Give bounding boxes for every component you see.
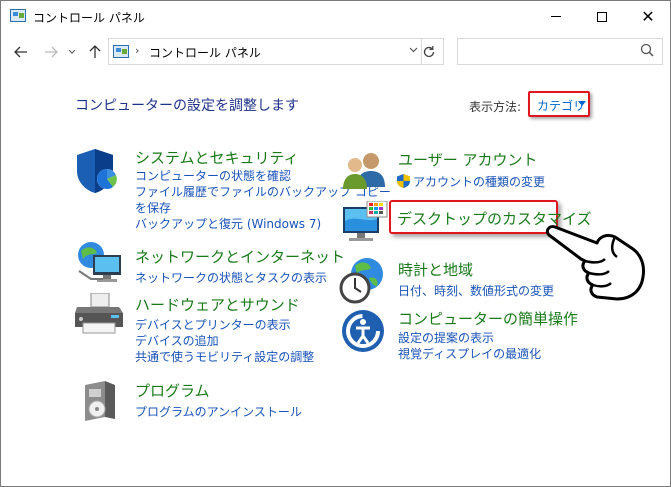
close-button[interactable]: ✕: [625, 1, 671, 32]
link-backup-restore[interactable]: バックアップと復元 (Windows 7): [135, 215, 321, 232]
breadcrumb-separator[interactable]: ›: [135, 44, 139, 57]
programs-icon[interactable]: [81, 379, 121, 425]
link-change-date-time-format[interactable]: 日付、時刻、数値形式の変更: [398, 282, 554, 299]
control-panel-icon: [113, 45, 129, 58]
link-mobility-settings[interactable]: 共通で使うモビリティ設定の調整: [135, 348, 314, 365]
control-panel-icon: [10, 9, 26, 22]
maximize-button[interactable]: [579, 1, 625, 32]
arrow-left-icon: [14, 46, 27, 58]
caret-down-icon: [578, 101, 586, 106]
view-by-dropdown[interactable]: カテゴリ: [528, 91, 590, 117]
recent-locations-button[interactable]: [65, 41, 79, 63]
category-ease-of-access[interactable]: コンピューターの簡単操作: [398, 308, 578, 329]
link-optimize-visual-display[interactable]: 視覚ディスプレイの最適化: [398, 345, 541, 362]
control-panel-window: コントロール パネル ✕ › コントロール パネル › コンピューターの設定を調…: [0, 0, 671, 487]
printer-icon[interactable]: [73, 292, 125, 341]
refresh-button[interactable]: [414, 38, 444, 65]
uac-shield-icon: [397, 173, 410, 192]
view-by-label: 表示方法:: [469, 100, 522, 114]
link-get-recommendations[interactable]: 設定の提案の表示: [398, 329, 494, 346]
forward-button[interactable]: [41, 41, 61, 63]
back-button[interactable]: [11, 41, 31, 63]
page-title: コンピューターの設定を調整します: [75, 98, 299, 114]
up-button[interactable]: [85, 41, 105, 63]
chevron-down-icon: [68, 49, 76, 54]
users-icon[interactable]: [341, 151, 387, 193]
arrow-right-icon: [45, 46, 58, 58]
category-system-security[interactable]: システムとセキュリティ: [135, 147, 299, 168]
address-bar[interactable]: › コントロール パネル ›: [108, 38, 444, 65]
link-check-computer-status[interactable]: コンピューターの状態を確認: [135, 167, 291, 184]
close-icon: ✕: [641, 6, 655, 26]
minimize-button[interactable]: [533, 1, 579, 32]
link-uninstall-program[interactable]: プログラムのアンインストール: [135, 403, 302, 420]
shield-icon[interactable]: [73, 147, 121, 199]
category-programs[interactable]: プログラム: [135, 380, 210, 401]
network-icon[interactable]: [75, 241, 123, 289]
category-user-accounts[interactable]: ユーザー アカウント: [398, 149, 537, 170]
category-network-internet[interactable]: ネットワークとインターネット: [135, 246, 345, 267]
title-bar[interactable]: コントロール パネル ✕: [1, 1, 670, 33]
link-network-status[interactable]: ネットワークの状態とタスクの表示: [135, 269, 327, 286]
maximize-icon: [597, 11, 607, 22]
clock-globe-icon[interactable]: [339, 256, 387, 308]
link-add-device[interactable]: デバイスの追加: [135, 332, 219, 349]
pointing-hand-icon: [545, 225, 645, 301]
link-file-history-backup-cont[interactable]: を保存: [135, 199, 171, 216]
desktop-icon[interactable]: [341, 200, 389, 249]
category-clock-region[interactable]: 時計と地域: [398, 259, 473, 280]
window-title: コントロール パネル: [33, 11, 145, 25]
category-hardware-sound[interactable]: ハードウェアとサウンド: [135, 294, 300, 315]
breadcrumb-separator[interactable]: ›: [241, 44, 245, 57]
search-input[interactable]: [457, 38, 663, 65]
ease-of-access-icon[interactable]: [341, 309, 385, 357]
arrow-up-icon: [89, 45, 101, 58]
link-change-account-type[interactable]: アカウントの種類の変更: [413, 173, 545, 190]
link-devices-printers[interactable]: デバイスとプリンターの表示: [135, 316, 291, 333]
search-icon: [640, 43, 654, 57]
minimize-icon: [551, 16, 561, 17]
refresh-icon: [423, 45, 435, 57]
